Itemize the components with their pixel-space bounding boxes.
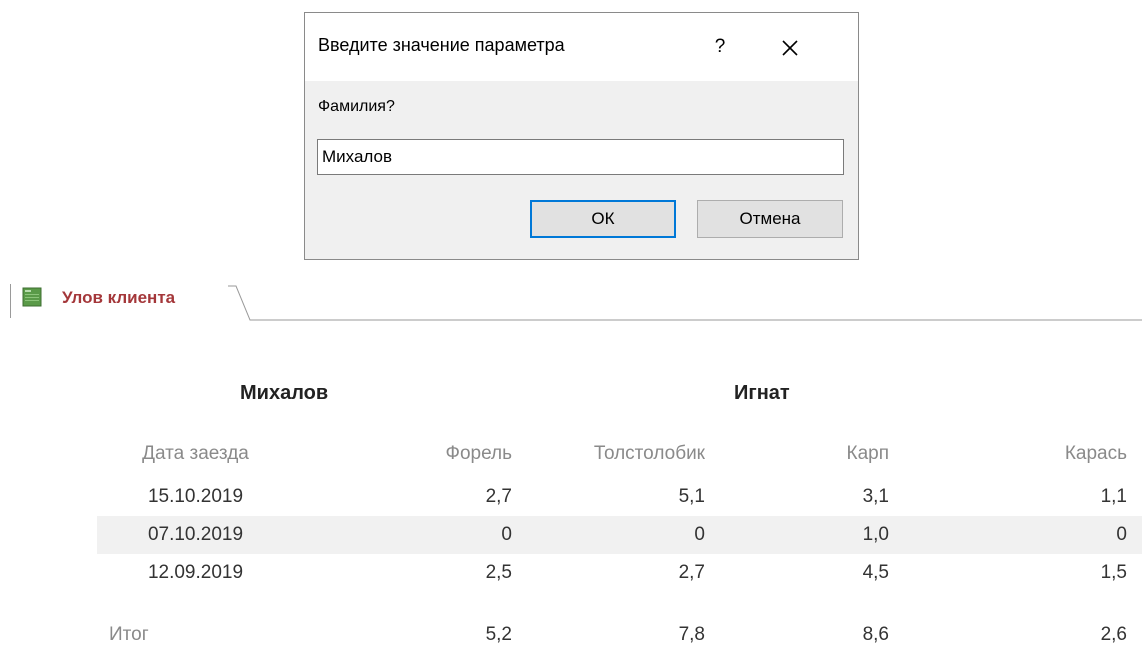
parameter-dialog: Введите значение параметра ? Фамилия? ОК…	[304, 12, 859, 260]
cell-date: 07.10.2019	[97, 516, 294, 554]
cell-carp: 3,1	[862, 486, 889, 507]
column-header-crucian: Карась	[1064, 443, 1127, 464]
cell-date: 12.09.2019	[147, 562, 244, 583]
document-tab-strip: Улов клиента	[0, 278, 1142, 322]
cell-silver-carp: 5,1	[678, 486, 705, 507]
table-row: 15.10.2019 2,7 5,1 3,1 1,1	[97, 478, 1142, 516]
ok-button[interactable]: ОК	[530, 200, 676, 238]
parameter-input[interactable]	[317, 139, 844, 175]
table-header-row: Дата заезда Форель Толстолобик Карп Кара…	[97, 430, 1142, 478]
column-header-carp: Карп	[846, 443, 890, 464]
column-header-trout: Форель	[445, 443, 513, 464]
close-button[interactable]	[775, 33, 805, 63]
close-icon	[782, 40, 798, 56]
cancel-button[interactable]: Отмена	[697, 200, 843, 238]
cell-crucian: 1,5	[1100, 562, 1127, 583]
dialog-title: Введите значение параметра	[318, 35, 565, 55]
cell-crucian: 0	[889, 516, 1142, 554]
tab-label: Улов клиента	[62, 288, 176, 307]
cell-trout: 2,7	[485, 486, 512, 507]
total-silver-carp: 7,8	[678, 624, 705, 645]
total-carp: 8,6	[862, 624, 889, 645]
table-spacer	[97, 592, 1142, 614]
help-button[interactable]: ?	[708, 33, 732, 61]
cell-crucian: 1,1	[1100, 486, 1127, 507]
total-label: Итог	[109, 624, 149, 645]
dialog-titlebar[interactable]: Введите значение параметра ?	[305, 13, 858, 81]
catch-table: Дата заезда Форель Толстолобик Карп Кара…	[97, 430, 1142, 656]
cell-silver-carp: 2,7	[678, 562, 705, 583]
cell-carp: 1,0	[705, 516, 889, 554]
cell-silver-carp: 0	[512, 516, 705, 554]
table-row: 07.10.2019 0 0 1,0 0	[97, 516, 1142, 554]
total-crucian: 2,6	[1100, 624, 1127, 645]
cell-trout: 2,5	[485, 562, 512, 583]
column-header-date: Дата заезда	[142, 443, 249, 464]
parameter-prompt: Фамилия?	[318, 98, 395, 115]
table-row: 12.09.2019 2,5 2,7 4,5 1,5	[97, 554, 1142, 592]
report-first-name: Игнат	[734, 382, 790, 404]
total-trout: 5,2	[485, 624, 512, 645]
report-icon	[22, 287, 42, 307]
tab-left-border	[10, 284, 11, 318]
cell-date: 15.10.2019	[147, 486, 244, 507]
total-row: Итог 5,2 7,8 8,6 2,6	[97, 614, 1142, 656]
report-surname: Михалов	[240, 382, 329, 404]
cell-trout: 0	[294, 516, 512, 554]
cell-carp: 4,5	[862, 562, 889, 583]
column-header-silver-carp: Толстолобик	[593, 443, 705, 464]
